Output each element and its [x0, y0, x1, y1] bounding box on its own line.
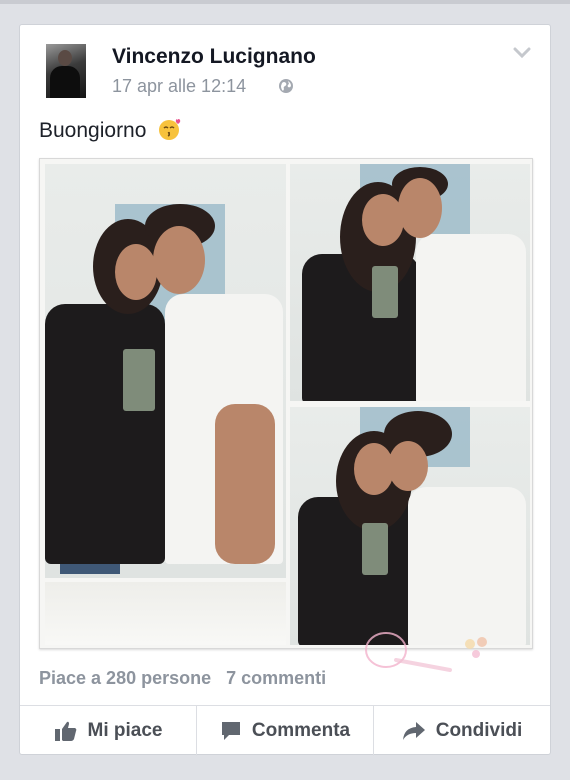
comment-label: Commenta: [251, 720, 351, 741]
photo-bottom-right[interactable]: [290, 407, 530, 645]
action-bar: Mi piace Commenta Condividi: [20, 705, 550, 756]
photo-main-floor: [45, 582, 286, 645]
chevron-down-icon[interactable]: [513, 47, 531, 59]
photo-main[interactable]: [45, 164, 286, 578]
like-button[interactable]: Mi piace: [20, 706, 197, 756]
post-timestamp[interactable]: 17 apr alle 12:14: [112, 76, 246, 97]
post-card: Vincenzo Lucignano 17 apr alle 12:14 Buo…: [19, 24, 551, 756]
comment-button[interactable]: Commenta: [197, 706, 374, 756]
share-button[interactable]: Condividi: [374, 706, 550, 756]
avatar[interactable]: [46, 44, 86, 98]
share-icon: [402, 722, 425, 740]
post-message: Buongiorno: [39, 119, 147, 142]
post-text: Buongiorno: [39, 119, 182, 143]
comment-icon: [221, 722, 240, 740]
top-edge: [0, 0, 570, 4]
thumbs-up-icon: [54, 721, 76, 741]
post-photo-collage[interactable]: [39, 158, 533, 649]
watermark-logo: [365, 632, 487, 672]
share-label: Condividi: [435, 720, 523, 741]
likes-count[interactable]: Piace a 280 persone: [39, 668, 211, 688]
globe-icon: [279, 79, 293, 93]
photo-top-right[interactable]: [290, 164, 530, 401]
post-stats: Piace a 280 persone 7 commenti: [39, 668, 336, 689]
kiss-face-emoji: [159, 119, 181, 141]
comments-count[interactable]: 7 commenti: [226, 668, 326, 688]
post-author[interactable]: Vincenzo Lucignano: [112, 45, 316, 69]
like-label: Mi piace: [87, 720, 163, 741]
